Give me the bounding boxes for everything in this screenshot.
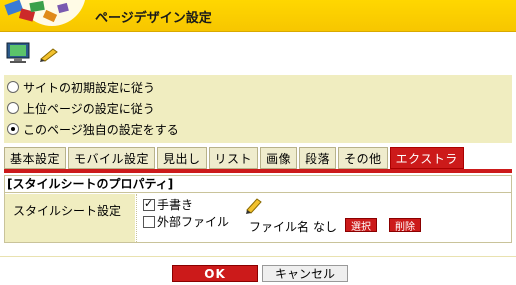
- radio-site-default[interactable]: [7, 81, 19, 93]
- logo-icon: [0, 0, 88, 32]
- delete-file-button[interactable]: 削除: [389, 218, 421, 233]
- radio-parent-page[interactable]: [7, 102, 19, 114]
- tab-extra[interactable]: エクストラ: [389, 147, 464, 169]
- handwritten-checkbox[interactable]: [143, 197, 155, 211]
- pencil-icon[interactable]: [38, 46, 60, 62]
- tab-paragraph[interactable]: 段落: [299, 147, 337, 169]
- tab-underline: [4, 169, 512, 173]
- tab-list[interactable]: リスト: [208, 147, 259, 169]
- stylesheet-field-label: スタイルシート設定: [5, 194, 135, 242]
- handwritten-label: 手書き: [157, 198, 194, 212]
- footer-divider: [0, 256, 516, 257]
- option-parent-page-label: 上位ページの設定に従う: [23, 101, 155, 116]
- cancel-button[interactable]: キャンセル: [262, 265, 348, 282]
- inherit-options-panel: サイトの初期設定に従う 上位ページの設定に従う このページ独自の設定をする: [4, 75, 512, 143]
- file-name-label: ファイル名: [249, 220, 310, 234]
- tab-other[interactable]: その他: [338, 147, 388, 169]
- monitor-icon: [6, 42, 30, 64]
- tab-mobile[interactable]: モバイル設定: [68, 147, 156, 169]
- tab-image[interactable]: 画像: [260, 147, 298, 169]
- option-site-default-label: サイトの初期設定に従う: [23, 80, 156, 95]
- section-title: [スタイルシートのプロパティ]: [5, 176, 511, 193]
- option-parent-page[interactable]: 上位ページの設定に従う: [7, 99, 155, 117]
- option-custom[interactable]: このページ独自の設定をする: [7, 120, 179, 138]
- handwritten-option[interactable]: 手書き: [143, 197, 193, 212]
- external-file-option[interactable]: 外部ファイル: [143, 214, 229, 229]
- external-file-checkbox[interactable]: [143, 215, 155, 228]
- title-bar: ページデザイン設定: [0, 0, 516, 32]
- option-custom-label: このページ独自の設定をする: [23, 122, 179, 137]
- stylesheet-field-value: 手書き 外部ファイル ファイル名 なし 選択 削除: [136, 194, 511, 242]
- stylesheet-properties-box: [スタイルシートのプロパティ] スタイルシート設定 手書き 外部ファイル ファイ…: [4, 175, 512, 243]
- select-file-button[interactable]: 選択: [345, 218, 377, 233]
- edit-pencil-icon[interactable]: [245, 196, 263, 214]
- tab-headings[interactable]: 見出し: [157, 147, 207, 169]
- ok-button[interactable]: OK: [172, 265, 258, 282]
- tab-basic[interactable]: 基本設定: [4, 147, 67, 169]
- option-site-default[interactable]: サイトの初期設定に従う: [7, 78, 155, 96]
- radio-custom[interactable]: [7, 123, 19, 135]
- window-title: ページデザイン設定: [95, 11, 212, 26]
- file-name-value: なし: [313, 220, 338, 234]
- external-file-label: 外部ファイル: [157, 215, 230, 229]
- settings-tabs: 基本設定 モバイル設定 見出し リスト 画像 段落 その他 エクストラ: [4, 147, 466, 169]
